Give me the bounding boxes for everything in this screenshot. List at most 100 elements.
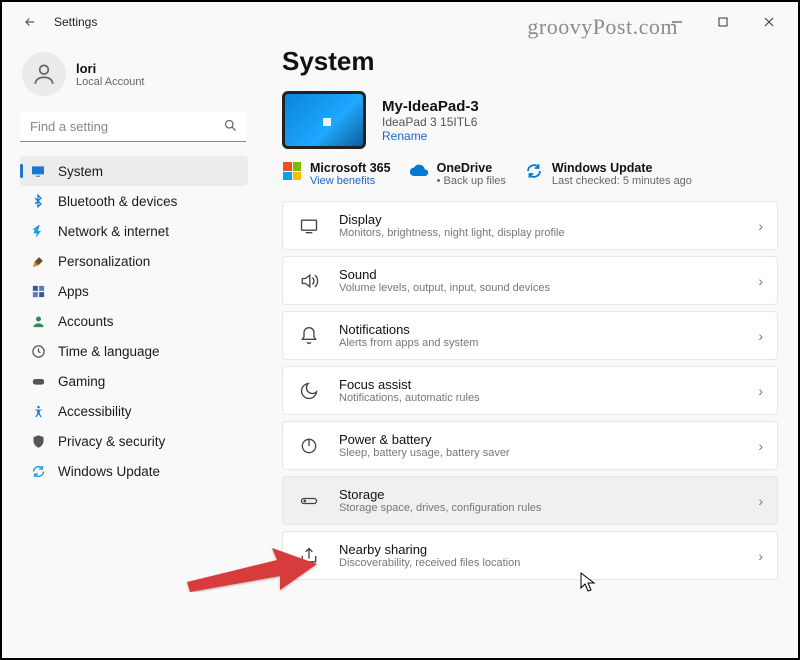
nav-item-windows-update[interactable]: Windows Update [20,456,248,486]
display-icon [297,214,321,238]
power-icon [297,434,321,458]
focus-assist-icon [297,379,321,403]
nav-item-bluetooth[interactable]: Bluetooth & devices [20,186,248,216]
main-panel: System My-IdeaPad-3 IdeaPad 3 15ITL6 Ren… [258,42,798,658]
card-sub: Discoverability, received files location [339,557,740,569]
nav-item-system[interactable]: System [20,156,248,186]
nav-label: Privacy & security [58,434,165,449]
card-title: Display [339,212,740,227]
card-sub: Notifications, automatic rules [339,392,740,404]
service-title: OneDrive [437,161,506,175]
user-account-type: Local Account [76,76,145,88]
chevron-right-icon: › [758,383,763,399]
card-notifications[interactable]: Notifications Alerts from apps and syste… [282,311,778,360]
cursor-icon [580,572,596,597]
accounts-icon [30,313,46,329]
card-title: Notifications [339,322,740,337]
device-model: IdeaPad 3 15ITL6 [382,115,479,129]
storage-icon [297,489,321,513]
chevron-right-icon: › [758,438,763,454]
chevron-right-icon: › [758,273,763,289]
settings-card-list: Display Monitors, brightness, night ligh… [282,201,778,580]
nav-label: Time & language [58,344,160,359]
personalization-icon [30,253,46,269]
page-title: System [282,46,778,77]
back-button[interactable] [16,8,44,36]
service-onedrive[interactable]: OneDrive • Back up files [409,161,506,187]
search-box[interactable] [20,112,246,142]
service-sub: Last checked: 5 minutes ago [552,175,692,187]
sound-icon [297,269,321,293]
card-storage[interactable]: Storage Storage space, drives, configura… [282,476,778,525]
nav-item-time-language[interactable]: Time & language [20,336,248,366]
service-sub: • Back up files [437,175,506,187]
window-title: Settings [54,15,97,29]
nav-label: Personalization [58,254,150,269]
accessibility-icon [30,403,46,419]
nav-item-apps[interactable]: Apps [20,276,248,306]
windows-update-icon [30,463,46,479]
microsoft-logo-icon [282,161,302,181]
card-power-battery[interactable]: Power & battery Sleep, battery usage, ba… [282,421,778,470]
card-display[interactable]: Display Monitors, brightness, night ligh… [282,201,778,250]
nav-label: Network & internet [58,224,169,239]
nav-list: System Bluetooth & devices Network & int… [20,156,248,486]
service-windows-update[interactable]: Windows Update Last checked: 5 minutes a… [524,161,692,187]
privacy-icon [30,433,46,449]
card-title: Power & battery [339,432,740,447]
nav-label: Accounts [58,314,114,329]
service-title: Windows Update [552,161,692,175]
service-m365[interactable]: Microsoft 365 View benefits [282,161,391,187]
apps-icon [30,283,46,299]
nav-item-accessibility[interactable]: Accessibility [20,396,248,426]
chevron-right-icon: › [758,218,763,234]
nav-label: System [58,164,103,179]
chevron-right-icon: › [758,493,763,509]
titlebar: Settings [2,2,798,42]
maximize-button[interactable] [700,6,746,38]
nav-label: Gaming [58,374,105,389]
nav-item-privacy[interactable]: Privacy & security [20,426,248,456]
card-sub: Sleep, battery usage, battery saver [339,447,740,459]
watermark: groovyPost.com [527,14,678,40]
onedrive-icon [409,161,429,181]
device-thumbnail [282,91,366,149]
nav-item-personalization[interactable]: Personalization [20,246,248,276]
nav-item-gaming[interactable]: Gaming [20,366,248,396]
service-row: Microsoft 365 View benefits OneDrive • B… [282,161,778,187]
nav-item-accounts[interactable]: Accounts [20,306,248,336]
user-name: lori [76,61,145,76]
card-title: Focus assist [339,377,740,392]
card-sub: Alerts from apps and system [339,337,740,349]
device-info: My-IdeaPad-3 IdeaPad 3 15ITL6 Rename [282,91,778,149]
notifications-icon [297,324,321,348]
close-button[interactable] [746,6,792,38]
chevron-right-icon: › [758,548,763,564]
user-block[interactable]: lori Local Account [20,48,248,110]
service-title: Microsoft 365 [310,161,391,175]
card-focus-assist[interactable]: Focus assist Notifications, automatic ru… [282,366,778,415]
search-icon [223,118,238,138]
annotation-arrow [182,512,322,597]
content: lori Local Account System Bluetooth & de [2,42,798,658]
device-name: My-IdeaPad-3 [382,98,479,115]
card-sub: Volume levels, output, input, sound devi… [339,282,740,294]
card-sub: Storage space, drives, configuration rul… [339,502,740,514]
card-sound[interactable]: Sound Volume levels, output, input, soun… [282,256,778,305]
search-input[interactable] [20,112,246,142]
chevron-right-icon: › [758,328,763,344]
rename-link[interactable]: Rename [382,129,479,143]
nav-item-network[interactable]: Network & internet [20,216,248,246]
nav-label: Apps [58,284,89,299]
nav-label: Accessibility [58,404,132,419]
card-title: Storage [339,487,740,502]
nav-label: Bluetooth & devices [58,194,177,209]
time-language-icon [30,343,46,359]
service-sub[interactable]: View benefits [310,175,391,187]
card-nearby-sharing[interactable]: Nearby sharing Discoverability, received… [282,531,778,580]
avatar [22,52,66,96]
system-icon [30,163,46,179]
network-icon [30,223,46,239]
card-title: Nearby sharing [339,542,740,557]
gaming-icon [30,373,46,389]
